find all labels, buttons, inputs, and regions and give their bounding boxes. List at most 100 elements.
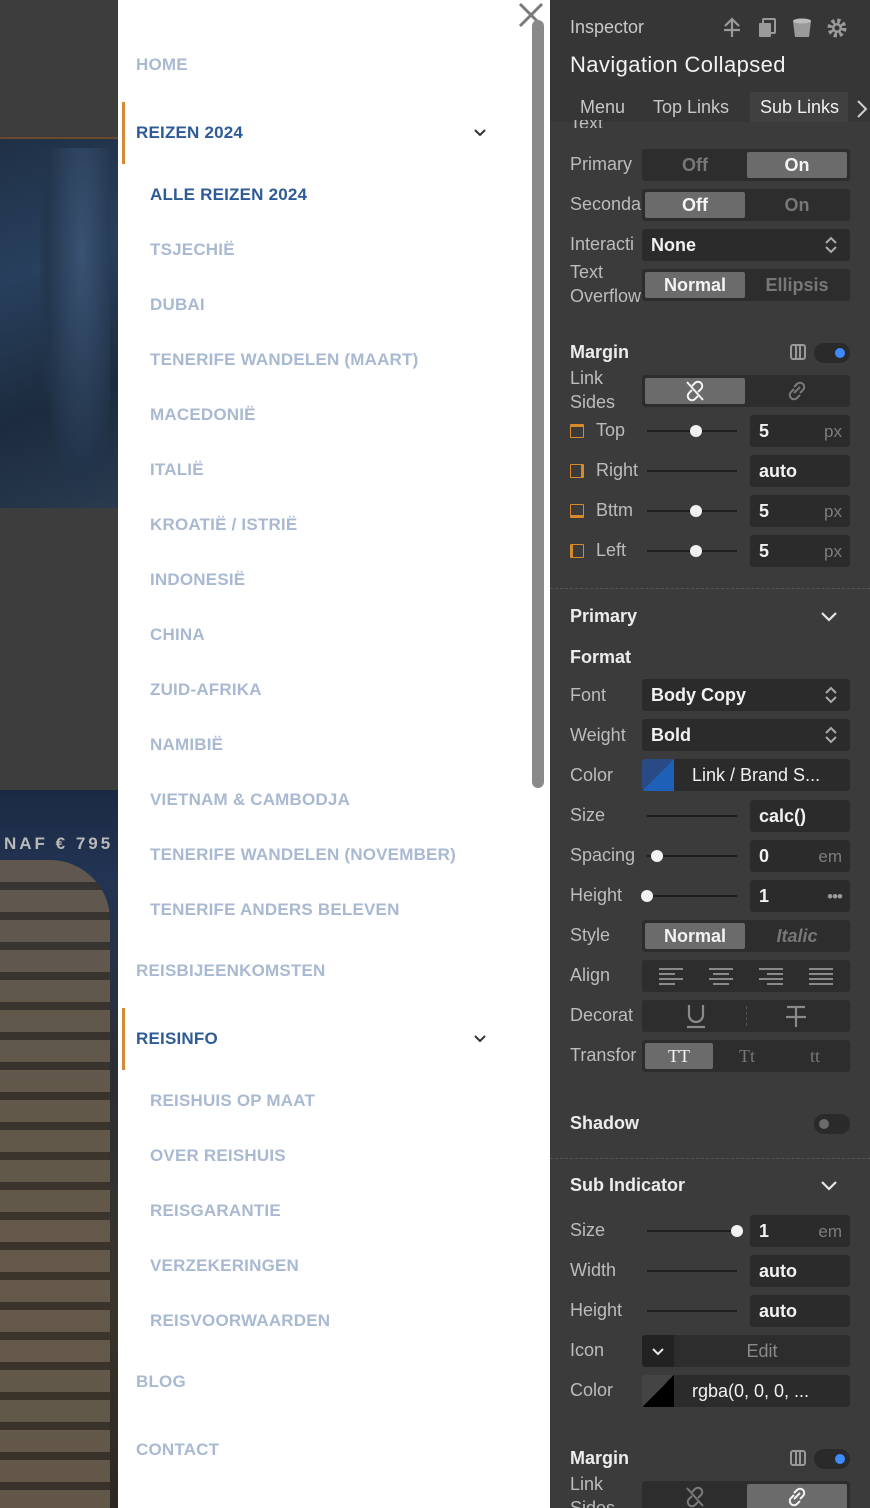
margin-left-slider[interactable] [647, 545, 737, 557]
sub-item-vietnam[interactable]: VIETNAM & CAMBODJA [150, 790, 350, 810]
strikethrough-icon[interactable] [784, 1003, 808, 1029]
spacing-input[interactable]: 0 em [750, 840, 850, 872]
sub-item-zuid-afrika[interactable]: ZUID-AFRIKA [150, 680, 262, 700]
margin-right-slider[interactable] [647, 470, 737, 472]
indicator-width-input[interactable]: auto [750, 1255, 850, 1287]
size-input[interactable]: calc() [750, 800, 850, 832]
margin-bottom-slider[interactable] [647, 505, 737, 517]
primary-off-option[interactable]: Off [645, 152, 745, 178]
nav-item-reisinfo[interactable]: REISINFO [136, 1029, 218, 1049]
style-italic-option[interactable]: Italic [747, 923, 847, 949]
indicator-height-slider[interactable] [647, 1310, 737, 1312]
pin-icon[interactable] [720, 16, 744, 40]
sub-item-alle-reizen[interactable]: ALLE REIZEN 2024 [150, 185, 307, 205]
indicator-margin-toggle[interactable] [814, 1449, 850, 1469]
unlink-option[interactable] [645, 378, 745, 404]
scrollbar[interactable] [532, 20, 544, 788]
indicator-size-label: Size [570, 1220, 606, 1240]
sub-item-macedonie[interactable]: MACEDONIË [150, 405, 256, 425]
link-option[interactable] [747, 378, 847, 404]
sub-item-reishuis-op-maat[interactable]: REISHUIS OP MAAT [150, 1091, 315, 1111]
underline-icon[interactable] [684, 1003, 708, 1029]
sub-item-reisvoorwaarden[interactable]: REISVOORWAARDEN [150, 1311, 330, 1331]
shadow-toggle[interactable] [814, 1114, 850, 1134]
size-slider[interactable] [647, 815, 737, 817]
color-swatch[interactable] [642, 759, 674, 791]
chevron-right-icon[interactable] [856, 99, 868, 119]
margin-right-input[interactable]: auto [750, 455, 850, 487]
chevron-down-icon[interactable] [474, 1035, 486, 1043]
interaction-label: Interacti [570, 234, 635, 254]
margin-top-slider[interactable] [647, 425, 737, 437]
sub-item-tenerife-maart[interactable]: TENERIFE WANDELEN (MAART) [150, 350, 418, 370]
sub-item-china[interactable]: CHINA [150, 625, 205, 645]
align-toggle [642, 960, 850, 992]
margin-bottom-input[interactable]: 5 px [750, 495, 850, 527]
margin-left-input[interactable]: 5 px [750, 535, 850, 567]
weight-select[interactable]: Bold [642, 719, 850, 751]
chevron-down-icon[interactable] [820, 611, 838, 623]
nav-item-home[interactable]: HOME [136, 55, 188, 75]
overflow-ellipsis-option[interactable]: Ellipsis [747, 272, 847, 298]
tab-menu[interactable]: Menu [580, 97, 625, 118]
copy-icon[interactable] [755, 16, 779, 40]
unlink-option[interactable] [645, 1484, 745, 1508]
chevron-down-icon[interactable] [474, 129, 486, 137]
nav-item-blog[interactable]: BLOG [136, 1372, 186, 1392]
link-option[interactable] [747, 1484, 847, 1508]
color-picker[interactable]: Link / Brand S... [642, 759, 850, 791]
margin-top-input[interactable]: 5 px [750, 415, 850, 447]
sub-item-tsjechie[interactable]: TSJECHIË [150, 240, 235, 260]
inspector-panel: Inspector Navigation Collapsed Menu Top … [550, 0, 870, 1508]
sub-item-kroatie[interactable]: KROATIË / ISTRIË [150, 515, 297, 535]
align-left-icon[interactable] [658, 967, 684, 985]
style-normal-option[interactable]: Normal [645, 923, 745, 949]
interaction-select[interactable]: None [642, 229, 850, 261]
color-swatch[interactable] [642, 1375, 674, 1407]
margin-preset-icon[interactable] [788, 343, 808, 361]
indicator-color-picker[interactable]: rgba(0, 0, 0, ... [642, 1375, 850, 1407]
sub-item-italie[interactable]: ITALIË [150, 460, 204, 480]
chevron-down-icon[interactable] [820, 1180, 838, 1192]
nav-item-contact[interactable]: CONTACT [136, 1440, 219, 1460]
primary-on-option[interactable]: On [747, 152, 847, 178]
sub-item-over-reishuis[interactable]: OVER REISHUIS [150, 1146, 286, 1166]
secondary-on-option[interactable]: On [747, 192, 847, 218]
sub-item-tenerife-anders[interactable]: TENERIFE ANDERS BELEVEN [150, 900, 400, 920]
tab-sub-links[interactable]: Sub Links [760, 97, 839, 118]
align-right-icon[interactable] [758, 967, 784, 985]
trash-icon[interactable] [790, 16, 814, 40]
margin-toggle[interactable] [814, 343, 850, 363]
overflow-normal-option[interactable]: Normal [645, 272, 745, 298]
spacing-slider[interactable] [647, 850, 737, 862]
sub-item-dubai[interactable]: DUBAI [150, 295, 205, 315]
line-height-input[interactable]: 1 ••• [750, 880, 850, 912]
line-height-slider[interactable] [641, 890, 737, 902]
font-select[interactable]: Body Copy [642, 679, 850, 711]
indicator-size-input[interactable]: 1 em [750, 1215, 850, 1247]
line-height-label: Height [570, 885, 623, 905]
align-justify-icon[interactable] [808, 967, 834, 985]
indicator-icon-edit-button[interactable]: Edit [674, 1335, 850, 1367]
link-icon [788, 381, 806, 401]
more-icon[interactable]: ••• [827, 887, 843, 907]
indicator-height-input[interactable]: auto [750, 1295, 850, 1327]
nav-item-reisbijeenkomsten[interactable]: REISBIJEENKOMSTEN [136, 961, 326, 981]
indicator-width-slider[interactable] [647, 1270, 737, 1272]
nav-item-reizen-2024[interactable]: REIZEN 2024 [136, 123, 243, 143]
sub-item-indonesie[interactable]: INDONESIË [150, 570, 245, 590]
sub-item-reisgarantie[interactable]: REISGARANTIE [150, 1201, 281, 1221]
tab-top-links[interactable]: Top Links [653, 97, 729, 118]
sub-item-namibie[interactable]: NAMIBIË [150, 735, 223, 755]
indicator-size-slider[interactable] [647, 1225, 743, 1237]
transform-uppercase-option[interactable]: TT [645, 1043, 713, 1069]
sub-item-verzekeringen[interactable]: VERZEKERINGEN [150, 1256, 299, 1276]
sub-item-tenerife-november[interactable]: TENERIFE WANDELEN (NOVEMBER) [150, 845, 456, 865]
transform-capitalize-option[interactable]: Tt [713, 1043, 781, 1069]
margin-preset-icon[interactable] [788, 1449, 808, 1467]
indicator-icon-preview[interactable] [642, 1335, 674, 1367]
align-center-icon[interactable] [708, 967, 734, 985]
gear-icon[interactable] [825, 16, 849, 40]
secondary-off-option[interactable]: Off [645, 192, 745, 218]
transform-lowercase-option[interactable]: tt [781, 1043, 849, 1069]
